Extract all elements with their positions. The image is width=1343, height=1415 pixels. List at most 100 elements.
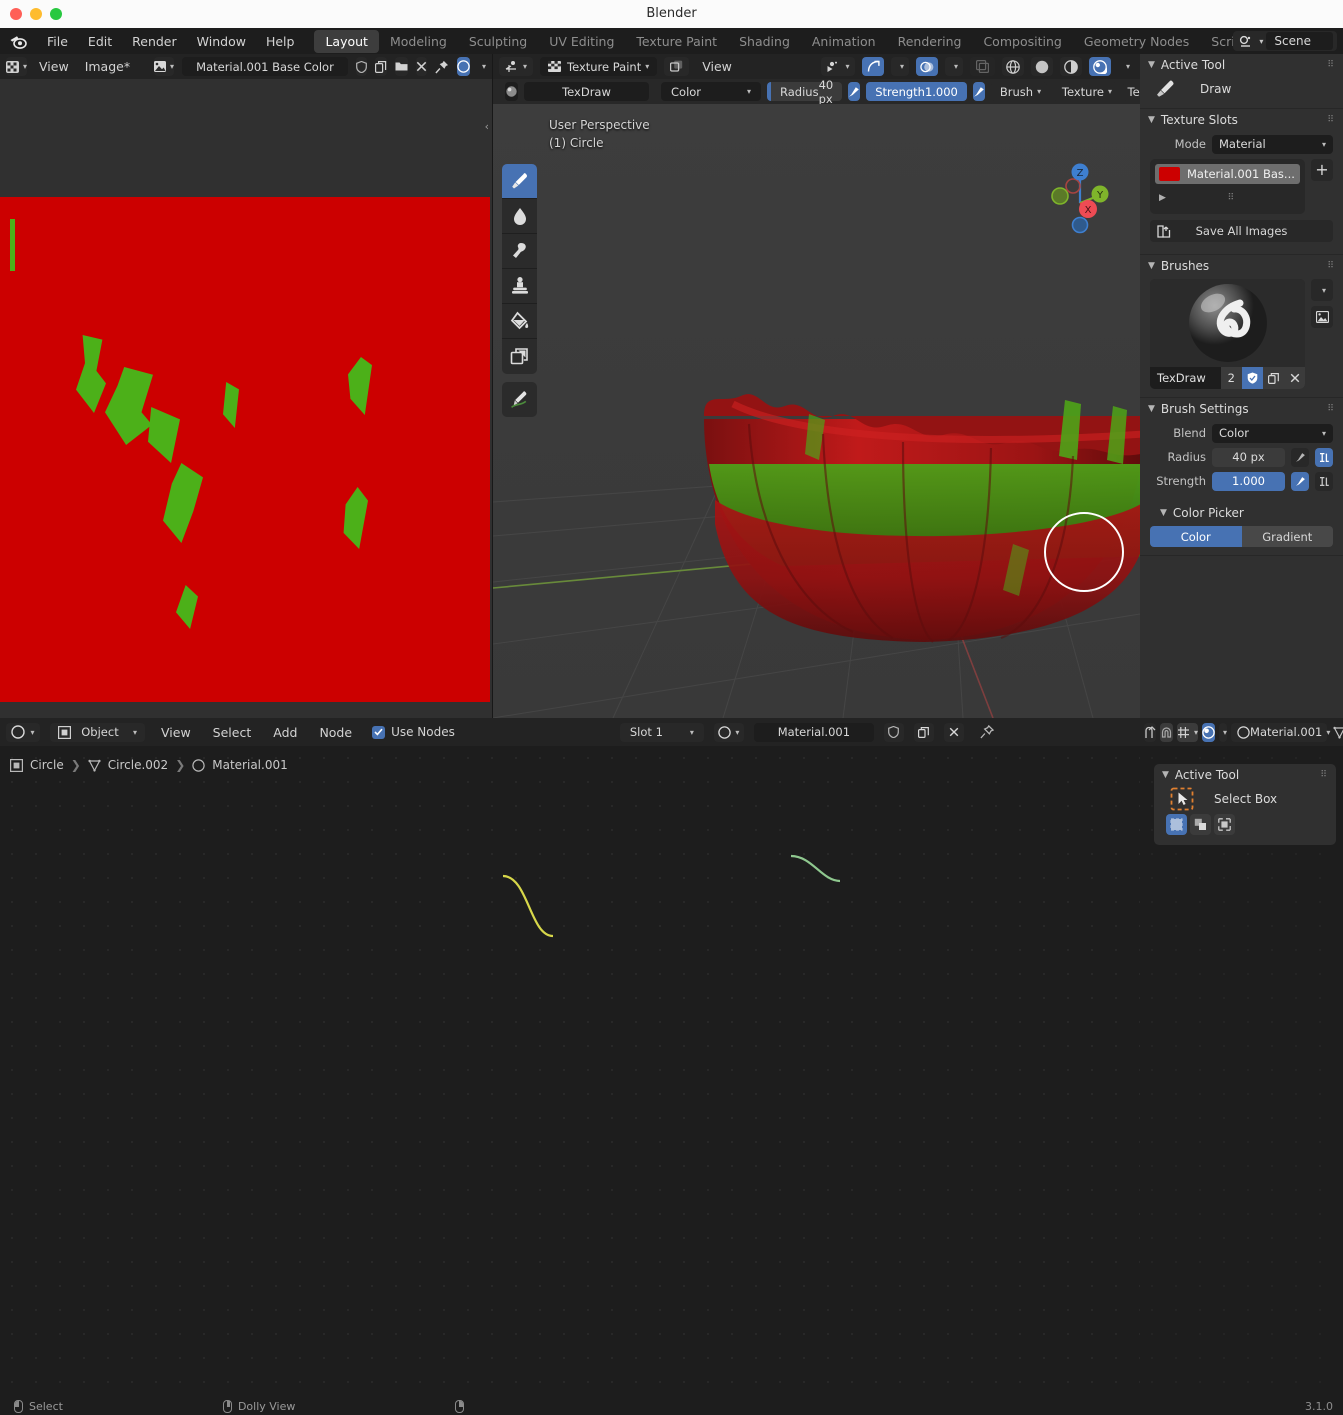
duplicate-brush-icon[interactable] bbox=[1263, 367, 1284, 389]
shader-type-dropdown[interactable]: Object ▾ bbox=[50, 722, 145, 742]
menu-render[interactable]: Render bbox=[122, 31, 187, 52]
viewport-overlays-toggle[interactable] bbox=[664, 57, 690, 76]
soften-tool[interactable] bbox=[502, 199, 537, 234]
viewport-3d-scene[interactable]: User Perspective (1) Circle Z Y X bbox=[493, 104, 1140, 718]
panel-brush-settings-header[interactable]: ▼ Brush Settings ⠿ bbox=[1140, 398, 1343, 420]
shield-icon[interactable] bbox=[355, 57, 367, 76]
menu-edit[interactable]: Edit bbox=[78, 31, 122, 52]
back-to-previous-icon[interactable] bbox=[1144, 722, 1156, 742]
strength-pressure-icon[interactable] bbox=[972, 82, 985, 101]
radius-pressure-icon[interactable] bbox=[1291, 447, 1309, 467]
pin-icon[interactable] bbox=[974, 725, 1000, 739]
breadcrumb-material[interactable]: Material.001 bbox=[212, 758, 287, 772]
material-slot-dropdown[interactable]: Slot 1 ▾ bbox=[619, 722, 704, 742]
texture-slot-mode-dropdown[interactable]: Material ▾ bbox=[1212, 134, 1333, 154]
workspace-tab-texture-paint[interactable]: Texture Paint bbox=[625, 30, 728, 53]
add-texture-slot-button[interactable]: + bbox=[1311, 159, 1333, 181]
proportional-editing-icon[interactable] bbox=[1202, 722, 1216, 742]
shading-rendered-icon[interactable] bbox=[1089, 57, 1111, 76]
use-nodes-checkbox[interactable]: Use Nodes bbox=[372, 725, 455, 739]
workspace-tab-uv-editing[interactable]: UV Editing bbox=[538, 30, 625, 53]
brush-preview-image-icon[interactable] bbox=[1311, 306, 1333, 328]
shader-menu-node[interactable]: Node bbox=[313, 725, 358, 740]
painted-image[interactable] bbox=[0, 197, 490, 702]
display-channels-icon[interactable] bbox=[456, 57, 470, 76]
panel-brushes-header[interactable]: ▼ Brushes ⠿ bbox=[1140, 255, 1343, 277]
material-selector[interactable]: Material.001 ▾ bbox=[1231, 722, 1330, 742]
unlink-image-icon[interactable] bbox=[415, 57, 427, 76]
texture-mask-dropdown[interactable]: Tex bbox=[1122, 82, 1140, 101]
mask-tool[interactable] bbox=[502, 339, 537, 374]
color-picker-tab-color[interactable]: Color bbox=[1150, 526, 1242, 547]
editor-type-icon[interactable]: ▾ bbox=[6, 57, 28, 76]
sidebar-collapse-arrow-icon[interactable]: ‹ bbox=[485, 120, 489, 133]
shader-editor-canvas[interactable] bbox=[0, 746, 1140, 1397]
subtract-selection-icon[interactable] bbox=[1214, 814, 1235, 835]
open-image-icon[interactable] bbox=[394, 57, 408, 76]
viewport-menu-view[interactable]: View bbox=[696, 59, 738, 74]
blend-dropdown[interactable]: Color ▾ bbox=[1212, 423, 1333, 443]
shader-editor-type-icon[interactable]: ▾ bbox=[6, 722, 40, 742]
pin-icon[interactable] bbox=[435, 60, 449, 74]
workspace-tab-geometry-nodes[interactable]: Geometry Nodes bbox=[1073, 30, 1200, 53]
image-editor-menu-image[interactable]: Image* bbox=[81, 59, 134, 74]
material-unlink-icon[interactable] bbox=[943, 722, 964, 742]
gizmo-chevron-down-icon[interactable]: ▾ bbox=[891, 57, 909, 76]
menu-file[interactable]: File bbox=[37, 31, 78, 52]
snap-target-icon[interactable]: ▾ bbox=[1177, 722, 1199, 742]
brush-preview-icon[interactable] bbox=[505, 82, 518, 101]
workspace-tab-rendering[interactable]: Rendering bbox=[887, 30, 973, 53]
breadcrumb-object[interactable]: Circle bbox=[30, 758, 64, 772]
shading-chevron-down-icon[interactable]: ▾ bbox=[1118, 57, 1134, 76]
shader-menu-select[interactable]: Select bbox=[207, 725, 258, 740]
overlays-chevron-down-icon[interactable]: ▾ bbox=[945, 57, 963, 76]
workspace-tab-shading[interactable]: Shading bbox=[728, 30, 801, 53]
overlays-toggle-icon[interactable] bbox=[916, 57, 938, 76]
radius-field[interactable]: 40 px bbox=[1212, 447, 1285, 467]
draw-tool[interactable] bbox=[502, 164, 537, 199]
proportional-chevron-down-icon[interactable]: ▾ bbox=[1219, 722, 1228, 742]
image-editor-canvas[interactable] bbox=[0, 79, 492, 718]
gizmo-toggle-icon[interactable] bbox=[862, 57, 884, 76]
texture-slot-item[interactable]: Material.001 Bas... bbox=[1155, 164, 1300, 184]
visibility-selectability-icon[interactable]: ▾ bbox=[821, 57, 855, 76]
scene-selector[interactable]: ▾ Scene bbox=[1233, 31, 1337, 51]
breadcrumb-mesh[interactable]: Circle.002 bbox=[108, 758, 168, 772]
fill-tool[interactable] bbox=[502, 304, 537, 339]
shading-wireframe-icon[interactable] bbox=[1002, 57, 1024, 76]
menu-window[interactable]: Window bbox=[187, 31, 256, 52]
blender-logo-icon[interactable] bbox=[10, 34, 27, 49]
image-datablock-icon[interactable]: ▾ bbox=[153, 57, 174, 76]
material-duplicate-icon[interactable] bbox=[913, 722, 934, 742]
material-shield-icon[interactable] bbox=[883, 722, 904, 742]
set-selection-icon[interactable] bbox=[1166, 814, 1187, 835]
viewport-editor-type-icon[interactable]: ▾ bbox=[499, 57, 533, 76]
material-name-field[interactable]: Material.001 bbox=[753, 722, 874, 742]
smear-tool[interactable] bbox=[502, 234, 537, 269]
workspace-tab-animation[interactable]: Animation bbox=[801, 30, 887, 53]
navigation-gizmo[interactable]: Z Y X bbox=[1036, 159, 1116, 239]
menu-help[interactable]: Help bbox=[256, 31, 305, 52]
brush-name-field[interactable]: TexDraw bbox=[524, 82, 649, 101]
display-channels-chevron-down-icon[interactable]: ▾ bbox=[478, 57, 486, 76]
image-name-field[interactable]: Material.001 Base Color bbox=[181, 57, 348, 76]
unlink-brush-icon[interactable] bbox=[1284, 367, 1305, 389]
snapping-magnet-icon[interactable] bbox=[1160, 722, 1173, 742]
color-picker-tab-gradient[interactable]: Gradient bbox=[1241, 526, 1333, 547]
xray-toggle-icon[interactable] bbox=[970, 57, 995, 76]
strength-field[interactable]: 1.000 bbox=[1212, 471, 1285, 491]
strength-unified-icon[interactable] bbox=[1315, 471, 1333, 491]
material-datablock-icon[interactable]: ▾ bbox=[713, 722, 744, 742]
workspace-tab-compositing[interactable]: Compositing bbox=[972, 30, 1072, 53]
shader-menu-view[interactable]: View bbox=[155, 725, 197, 740]
slot-expand-arrow-icon[interactable]: ▶ bbox=[1159, 193, 1166, 203]
scene-name-field[interactable]: Scene bbox=[1266, 32, 1333, 50]
scene-chevron-down-icon[interactable]: ▾ bbox=[1259, 37, 1263, 46]
save-all-images-button[interactable]: Save All Images bbox=[1150, 220, 1333, 242]
radius-unified-icon[interactable] bbox=[1315, 447, 1333, 467]
shading-solid-icon[interactable] bbox=[1031, 57, 1053, 76]
blend-mode-dropdown[interactable]: Color ▾ bbox=[661, 82, 761, 101]
texture-dropdown[interactable]: Texture ▾ bbox=[1052, 82, 1117, 101]
workspace-tab-layout[interactable]: Layout bbox=[314, 29, 379, 53]
strength-pressure-icon[interactable] bbox=[1291, 471, 1309, 491]
